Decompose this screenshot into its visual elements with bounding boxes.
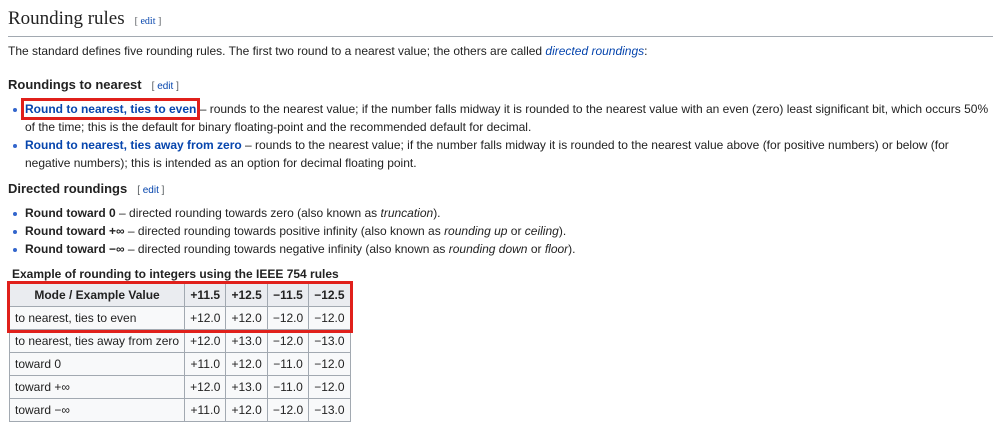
table-cell: toward −∞ <box>8 398 186 422</box>
table-cell: +12.0 <box>225 398 268 422</box>
table-header-row: Mode / Example Value +11.5 +12.5 −11.5 −… <box>8 283 351 307</box>
subheading-roundings-to-nearest: Roundings to nearest[ edit ] <box>8 77 179 92</box>
table-cell: +13.0 <box>225 375 268 399</box>
heading-title: Rounding rules <box>8 8 125 29</box>
column-header: Mode / Example Value <box>8 283 186 307</box>
directed-roundings-link[interactable]: directed roundings <box>545 44 644 58</box>
bullet-icon <box>13 108 17 112</box>
table-cell: to nearest, ties away from zero <box>8 329 186 353</box>
article-content: Rounding rules [ edit ] The standard defi… <box>8 0 993 422</box>
column-header: +12.5 <box>225 283 268 307</box>
table-row: to nearest, ties to even +12.0 +12.0 −12… <box>8 306 351 330</box>
table-cell: −12.0 <box>266 329 310 353</box>
table-cell: −12.0 <box>308 352 351 376</box>
edit-section: [ edit ] <box>134 16 162 27</box>
list-item: Round toward −∞ – directed rounding towa… <box>8 240 993 258</box>
table-caption: Example of rounding to integers using th… <box>12 267 339 281</box>
list-item: Round toward +∞ – directed rounding towa… <box>8 222 993 240</box>
table-cell: +11.0 <box>184 352 227 376</box>
column-header: −11.5 <box>266 283 310 307</box>
bullet-icon <box>13 212 17 216</box>
table-cell: +12.0 <box>225 352 268 376</box>
rounding-table: Mode / Example Value +11.5 +12.5 −11.5 −… <box>8 283 351 422</box>
bullet-icon <box>13 230 17 234</box>
table-cell: toward +∞ <box>8 375 186 399</box>
directed-list: Round toward 0 – directed rounding towar… <box>8 204 993 258</box>
table-cell: −13.0 <box>308 398 351 422</box>
edit-link[interactable]: edit <box>157 81 173 92</box>
section-roundings-to-nearest: Roundings to nearest[ edit ] Round to ne… <box>8 76 993 172</box>
table-cell: −13.0 <box>308 329 351 353</box>
section-heading-rounding-rules: Rounding rules [ edit ] <box>8 0 993 37</box>
column-header: −12.5 <box>308 283 351 307</box>
subheading-directed-roundings: Directed roundings[ edit ] <box>8 181 165 196</box>
table-cell: +12.0 <box>184 306 227 330</box>
edit-section: [ edit ] <box>151 81 179 92</box>
table-row: toward 0 +11.0 +12.0 −11.0 −12.0 <box>8 352 351 376</box>
ties-away-from-zero-link[interactable]: Round to nearest, ties away from zero <box>25 138 242 152</box>
table-cell: to nearest, ties to even <box>8 306 186 330</box>
intro-paragraph: The standard defines five rounding rules… <box>8 44 648 58</box>
table-cell: −11.0 <box>266 375 310 399</box>
bullet-icon <box>13 248 17 252</box>
bullet-icon <box>13 144 17 148</box>
table-cell: +11.0 <box>184 398 227 422</box>
table-cell: −12.0 <box>308 375 351 399</box>
ties-to-even-link[interactable]: Round to nearest, ties to even <box>20 98 201 120</box>
table-row: to nearest, ties away from zero +12.0 +1… <box>8 329 351 353</box>
table-cell: +12.0 <box>184 329 227 353</box>
table-cell: +13.0 <box>225 329 268 353</box>
edit-link[interactable]: edit <box>140 16 155 27</box>
table-cell: +12.0 <box>184 375 227 399</box>
list-item: Round to nearest, ties to even – rounds … <box>8 98 993 136</box>
column-header: +11.5 <box>184 283 227 307</box>
nearest-list: Round to nearest, ties to even – rounds … <box>8 98 993 172</box>
table-cell: −11.0 <box>266 352 310 376</box>
table-cell: −12.0 <box>266 306 310 330</box>
edit-link[interactable]: edit <box>143 185 159 196</box>
edit-section: [ edit ] <box>137 185 165 196</box>
table-cell: −12.0 <box>308 306 351 330</box>
table-row: toward −∞ +11.0 +12.0 −12.0 −13.0 <box>8 398 351 422</box>
list-item: Round to nearest, ties away from zero – … <box>8 136 993 172</box>
table-cell: +12.0 <box>225 306 268 330</box>
list-item: Round toward 0 – directed rounding towar… <box>8 204 993 222</box>
section-directed-roundings: Directed roundings[ edit ] Round toward … <box>8 180 993 258</box>
table-cell: −12.0 <box>266 398 310 422</box>
table-row: toward +∞ +12.0 +13.0 −11.0 −12.0 <box>8 375 351 399</box>
table-cell: toward 0 <box>8 352 186 376</box>
